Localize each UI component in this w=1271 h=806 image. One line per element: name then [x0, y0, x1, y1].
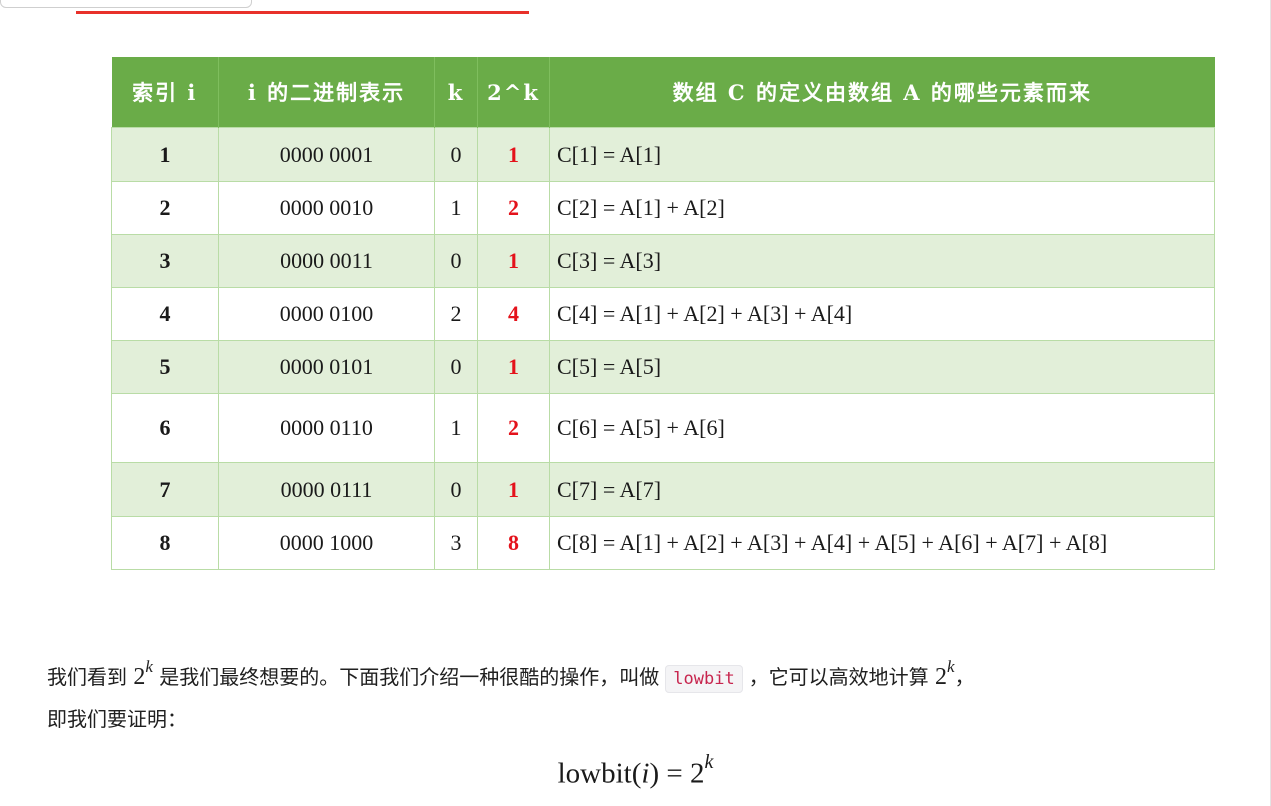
cell-definition: C[7] = A[7]	[549, 462, 1215, 517]
para-text-1: 我们看到	[47, 665, 134, 689]
cell-index: 7	[111, 462, 219, 517]
table-row: 5 0000 0101 0 1 C[5] = A[5]	[111, 340, 1215, 394]
cell-k: 0	[434, 234, 478, 288]
table-header-row: 索引 i i 的二进制表示 k 2^k 数组 C 的定义由数组 A 的哪些元素而…	[111, 57, 1215, 128]
header-k: k	[434, 57, 478, 128]
math-two-pow-k: 2k	[935, 657, 955, 690]
header-binary: i 的二进制表示	[218, 57, 435, 128]
cell-index: 5	[111, 340, 219, 394]
table-row: 3 0000 0011 0 1 C[3] = A[3]	[111, 234, 1215, 288]
cell-index: 2	[111, 181, 219, 235]
cell-k: 0	[434, 127, 478, 182]
inline-code-lowbit: lowbit	[665, 665, 743, 693]
lowbit-table: 索引 i i 的二进制表示 k 2^k 数组 C 的定义由数组 A 的哪些元素而…	[111, 57, 1215, 570]
cell-pow: 1	[477, 340, 550, 394]
cell-definition: C[1] = A[1]	[549, 127, 1215, 182]
display-formula: lowbit(i) = 2k	[557, 751, 714, 790]
cell-index: 1	[111, 127, 219, 182]
para-text-2: 是我们最终想要的。下面我们介绍一种很酷的操作，叫做	[152, 665, 660, 689]
cell-index: 8	[111, 516, 219, 570]
header-pow: 2^k	[477, 57, 550, 128]
table-row: 8 0000 1000 3 8 C[8] = A[1] + A[2] + A[3…	[111, 516, 1215, 570]
cell-definition: C[3] = A[3]	[549, 234, 1215, 288]
para-text-3: ，它可以高效地计算	[748, 665, 936, 689]
cell-k: 2	[434, 287, 478, 341]
para-text-4: ，	[954, 665, 975, 689]
formula-fn: lowbit	[557, 757, 632, 790]
formula-exp: k	[704, 751, 714, 773]
cell-binary: 0000 0100	[218, 287, 435, 341]
math-two-pow-k: 2k	[133, 657, 153, 690]
cell-definition: C[8] = A[1] + A[2] + A[3] + A[4] + A[5] …	[549, 516, 1215, 570]
cell-k: 0	[434, 462, 478, 517]
cell-pow: 4	[477, 287, 550, 341]
cell-definition: C[4] = A[1] + A[2] + A[3] + A[4]	[549, 287, 1215, 341]
cell-k: 3	[434, 516, 478, 570]
cell-pow: 1	[477, 462, 550, 517]
cell-definition: C[6] = A[5] + A[6]	[549, 393, 1215, 463]
table-row: 7 0000 0111 0 1 C[7] = A[7]	[111, 462, 1215, 517]
cell-binary: 0000 0010	[218, 181, 435, 235]
cell-binary: 0000 1000	[218, 516, 435, 570]
top-input-fragment	[0, 0, 252, 8]
cell-definition: C[5] = A[5]	[549, 340, 1215, 394]
table-row: 1 0000 0001 0 1 C[1] = A[1]	[111, 127, 1215, 182]
cell-pow: 2	[477, 393, 550, 463]
formula-base: 2	[690, 757, 705, 790]
table-row: 6 0000 0110 1 2 C[6] = A[5] + A[6]	[111, 393, 1215, 463]
cell-pow: 8	[477, 516, 550, 570]
cell-binary: 0000 0011	[218, 234, 435, 288]
cell-binary: 0000 0110	[218, 393, 435, 463]
cell-index: 6	[111, 393, 219, 463]
cell-binary: 0000 0111	[218, 462, 435, 517]
cell-k: 0	[434, 340, 478, 394]
cell-index: 4	[111, 287, 219, 341]
cell-binary: 0000 0101	[218, 340, 435, 394]
cell-pow: 1	[477, 127, 550, 182]
cell-binary: 0000 0001	[218, 127, 435, 182]
cell-definition: C[2] = A[1] + A[2]	[549, 181, 1215, 235]
cell-index: 3	[111, 234, 219, 288]
formula-eq: =	[659, 757, 690, 790]
cell-pow: 1	[477, 234, 550, 288]
para-text-line2: 即我们要证明：	[47, 707, 187, 731]
active-tab-underline	[76, 11, 529, 14]
table-row: 2 0000 0010 1 2 C[2] = A[1] + A[2]	[111, 181, 1215, 235]
table-row: 4 0000 0100 2 4 C[4] = A[1] + A[2] + A[3…	[111, 287, 1215, 341]
header-index: 索引 i	[111, 57, 219, 128]
cell-k: 1	[434, 393, 478, 463]
cell-pow: 2	[477, 181, 550, 235]
cell-k: 1	[434, 181, 478, 235]
header-definition: 数组 C 的定义由数组 A 的哪些元素而来	[549, 57, 1215, 128]
explanation-paragraph: 我们看到 2k 是我们最终想要的。下面我们介绍一种很酷的操作，叫做 lowbit，…	[47, 650, 1247, 739]
